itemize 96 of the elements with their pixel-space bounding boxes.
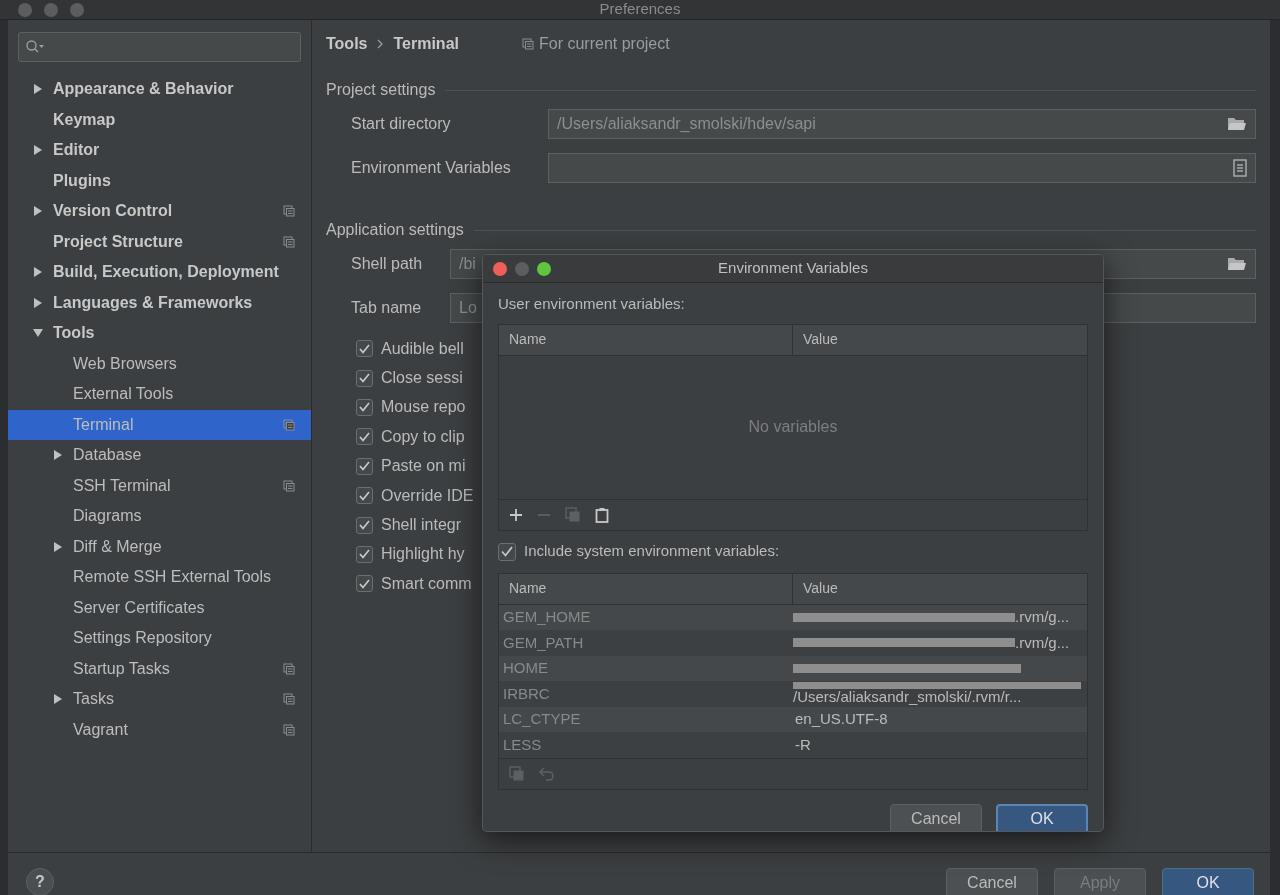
- checkbox[interactable]: [356, 369, 373, 387]
- checkbox[interactable]: [356, 428, 373, 446]
- checkbox[interactable]: [356, 575, 373, 593]
- breadcrumb-item[interactable]: Tools: [326, 32, 368, 56]
- search-icon: [25, 39, 45, 55]
- sidebar-item[interactable]: Database: [8, 440, 311, 471]
- expand-arrow-icon[interactable]: [53, 694, 63, 705]
- table-cell-text: .rvm/g...: [1015, 607, 1070, 627]
- table-cell-text: GEM_HOME: [502, 607, 592, 627]
- sidebar-item[interactable]: Server Certificates: [8, 592, 311, 623]
- checkbox-label: Mouse repo: [381, 397, 466, 418]
- zoom-dialog-button[interactable]: [537, 261, 551, 276]
- add-icon[interactable]: [509, 507, 523, 522]
- empty-table-message: No variables: [748, 417, 838, 437]
- dialog-button[interactable]: OK: [996, 803, 1088, 831]
- search-field[interactable]: [18, 32, 301, 62]
- table-cell-text: en_US.UTF-8: [794, 709, 888, 729]
- sidebar-item[interactable]: Diff & Merge: [8, 531, 311, 562]
- sidebar-item[interactable]: Keymap: [8, 104, 311, 135]
- expand-arrow-icon[interactable]: [53, 450, 63, 461]
- sidebar-item[interactable]: Diagrams: [8, 501, 311, 532]
- table-cell-text: .rvm/g...: [1015, 632, 1070, 653]
- breadcrumb-item[interactable]: Terminal: [393, 32, 459, 56]
- folder-icon[interactable]: [1227, 256, 1247, 272]
- sidebar-item[interactable]: Tasks: [8, 684, 311, 715]
- dialog-button[interactable]: Cancel: [890, 803, 982, 831]
- footer-button[interactable]: OK: [1162, 868, 1254, 895]
- sidebar-item[interactable]: Appearance & Behavior: [8, 74, 311, 105]
- expand-arrow-icon[interactable]: [33, 267, 43, 278]
- column-header[interactable]: Name: [499, 324, 793, 355]
- help-button[interactable]: ?: [26, 868, 54, 895]
- table-cell-text: /Users/aliaksandr_smolski/.rvm/r...: [793, 689, 1023, 706]
- sidebar-item[interactable]: Vagrant: [8, 714, 311, 745]
- table-cell-text: -R: [794, 734, 811, 755]
- checkbox[interactable]: [356, 487, 373, 505]
- sidebar-item[interactable]: Remote SSH External Tools: [8, 562, 311, 593]
- expand-arrow-icon[interactable]: [33, 206, 43, 217]
- section-label: User environment variables:: [498, 294, 686, 314]
- table-cell-text: IRBRC: [502, 683, 551, 704]
- sidebar-item[interactable]: Build, Execution, Deployment: [8, 257, 311, 288]
- document-icon[interactable]: [1233, 159, 1247, 177]
- expand-arrow-icon[interactable]: [33, 84, 43, 95]
- field-label: Start directory: [351, 114, 452, 134]
- checkbox-label: Override IDE: [381, 485, 474, 506]
- checkbox-label: Shell integr: [381, 515, 462, 536]
- copy-icon: [522, 38, 534, 50]
- expand-arrow-icon[interactable]: [33, 297, 43, 308]
- checkbox-label: Close sessi: [381, 368, 463, 389]
- close-dialog-button[interactable]: [493, 261, 507, 276]
- column-header[interactable]: Value: [793, 573, 1087, 604]
- table-cell-text: HOME: [502, 658, 549, 678]
- scope-note: For current project: [539, 34, 670, 54]
- sidebar-item[interactable]: Terminal: [8, 409, 311, 440]
- sidebar-item[interactable]: Startup Tasks: [8, 653, 311, 684]
- checkbox-label: Include system environment variables:: [524, 541, 780, 562]
- checkbox[interactable]: [356, 545, 373, 563]
- checkbox[interactable]: [356, 340, 373, 358]
- sidebar-item[interactable]: Settings Repository: [8, 623, 311, 654]
- sidebar-item[interactable]: Project Structure: [8, 226, 311, 257]
- expand-arrow-icon[interactable]: [33, 145, 43, 156]
- section-title: Application settings: [326, 220, 464, 240]
- dialog-title: Environment Variables: [718, 258, 868, 279]
- section-title: Project settings: [326, 80, 436, 100]
- sidebar-item[interactable]: Version Control: [8, 196, 311, 227]
- sidebar-item[interactable]: Tools: [8, 318, 311, 349]
- table-cell-text: LC_CTYPE: [502, 709, 582, 729]
- checkbox-label: Highlight hy: [381, 544, 465, 565]
- checkbox-label: Audible bell: [381, 338, 464, 359]
- window-title: Preferences: [599, 0, 681, 20]
- expand-arrow-icon[interactable]: [53, 541, 63, 552]
- field-label: Environment Variables: [351, 158, 512, 178]
- sidebar-item[interactable]: External Tools: [8, 379, 311, 410]
- field-label: Tab name: [351, 298, 423, 318]
- chevron-icon: [377, 39, 384, 49]
- checkbox-label: Smart comm: [381, 573, 472, 594]
- column-header[interactable]: Value: [793, 324, 1087, 355]
- sidebar-item[interactable]: Editor: [8, 135, 311, 166]
- table-cell-text: GEM_PATH: [502, 632, 585, 653]
- table-cell-text: LESS: [502, 734, 543, 755]
- column-header[interactable]: Name: [499, 573, 793, 604]
- text-field[interactable]: [548, 153, 1256, 183]
- sidebar-item[interactable]: Web Browsers: [8, 348, 311, 379]
- checkbox[interactable]: [356, 457, 373, 475]
- checkbox[interactable]: [498, 542, 516, 561]
- sidebar-item[interactable]: Plugins: [8, 165, 311, 196]
- field-label: Shell path: [351, 254, 424, 274]
- checkbox-label: Copy to clip: [381, 426, 465, 447]
- collapse-arrow-icon[interactable]: [33, 328, 43, 339]
- folder-icon[interactable]: [1227, 116, 1247, 132]
- checkbox[interactable]: [356, 516, 373, 534]
- checkbox[interactable]: [356, 398, 373, 416]
- paste-icon[interactable]: [595, 506, 609, 523]
- sidebar-item[interactable]: SSH Terminal: [8, 470, 311, 501]
- footer-button[interactable]: Cancel: [946, 868, 1038, 895]
- sidebar-item[interactable]: Languages & Frameworks: [8, 287, 311, 318]
- checkbox-label: Paste on mi: [381, 456, 466, 477]
